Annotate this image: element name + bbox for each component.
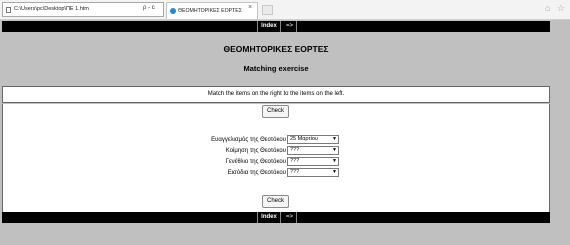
match-select[interactable]: ??? ▼	[287, 157, 339, 166]
select-value: ???	[290, 158, 300, 164]
match-label: Ευαγγελισμός της Θεοτόκου	[211, 137, 286, 143]
page-icon	[6, 7, 11, 13]
match-label: Εισόδια της Θεοτόκου	[227, 170, 286, 176]
instruction-box: Match the items on the right to the item…	[2, 86, 550, 103]
ie-icon	[170, 8, 176, 14]
select-value: 25 Μαρτίου	[290, 136, 318, 142]
index-link[interactable]: Index	[257, 212, 281, 223]
match-select[interactable]: ??? ▼	[287, 146, 339, 155]
tab-title: ΘΕΟΜΗΤΟΡΙΚΕΣ ΕΟΡΤΕΣ	[178, 8, 242, 14]
favorites-star-icon[interactable]: ☆	[557, 3, 565, 14]
close-tab-icon[interactable]: ×	[248, 4, 252, 11]
top-nav-bar: Index =>	[2, 21, 550, 32]
address-bar[interactable]: C:\Users\pc\Desktop\ΠΕ 1.htm	[2, 2, 164, 17]
select-value: ???	[290, 169, 300, 175]
match-row: Εισόδια της Θεοτόκου ??? ▼	[196, 168, 346, 178]
address-tools[interactable]: ρ - c	[143, 2, 155, 14]
select-value: ???	[290, 147, 300, 153]
match-row: Ευαγγελισμός της Θεοτόκου 25 Μαρτίου ▼	[196, 135, 346, 145]
check-button-top[interactable]: Check	[262, 105, 289, 118]
match-row: Γενέθλιο της Θεοτόκου ??? ▼	[196, 157, 346, 167]
home-icon[interactable]: ⌂	[545, 3, 550, 13]
chevron-down-icon: ▼	[332, 158, 337, 164]
new-tab-button[interactable]	[262, 5, 273, 15]
browser-tab[interactable]: ΘΕΟΜΗΤΟΡΙΚΕΣ ΕΟΡΤΕΣ	[166, 2, 258, 19]
match-row: Κοίμηση της Θεοτόκου ??? ▼	[196, 146, 346, 156]
chevron-down-icon: ▼	[332, 136, 337, 142]
browser-toolbar: C:\Users\pc\Desktop\ΠΕ 1.htm ρ - c ΘΕΟΜΗ…	[0, 0, 570, 20]
match-label: Γενέθλιο της Θεοτόκου	[225, 159, 286, 165]
match-label: Κοίμηση της Θεοτόκου	[225, 148, 286, 154]
chevron-down-icon: ▼	[332, 147, 337, 153]
check-button-bottom[interactable]: Check	[262, 195, 289, 208]
chevron-down-icon: ▼	[332, 169, 337, 175]
page-title: ΘΕΟΜΗΤΟΡΙΚΕΣ ΕΟΡΤΕΣ	[223, 44, 329, 54]
page-subtitle: Matching exercise	[243, 64, 309, 73]
next-arrow-link[interactable]: =>	[283, 21, 297, 32]
address-text: C:\Users\pc\Desktop\ΠΕ 1.htm	[14, 6, 89, 12]
next-arrow-link[interactable]: =>	[283, 212, 297, 223]
match-select[interactable]: ??? ▼	[287, 168, 339, 177]
bottom-nav-bar: Index =>	[2, 212, 550, 223]
match-select[interactable]: 25 Μαρτίου ▼	[287, 135, 339, 144]
index-link[interactable]: Index	[257, 21, 281, 32]
